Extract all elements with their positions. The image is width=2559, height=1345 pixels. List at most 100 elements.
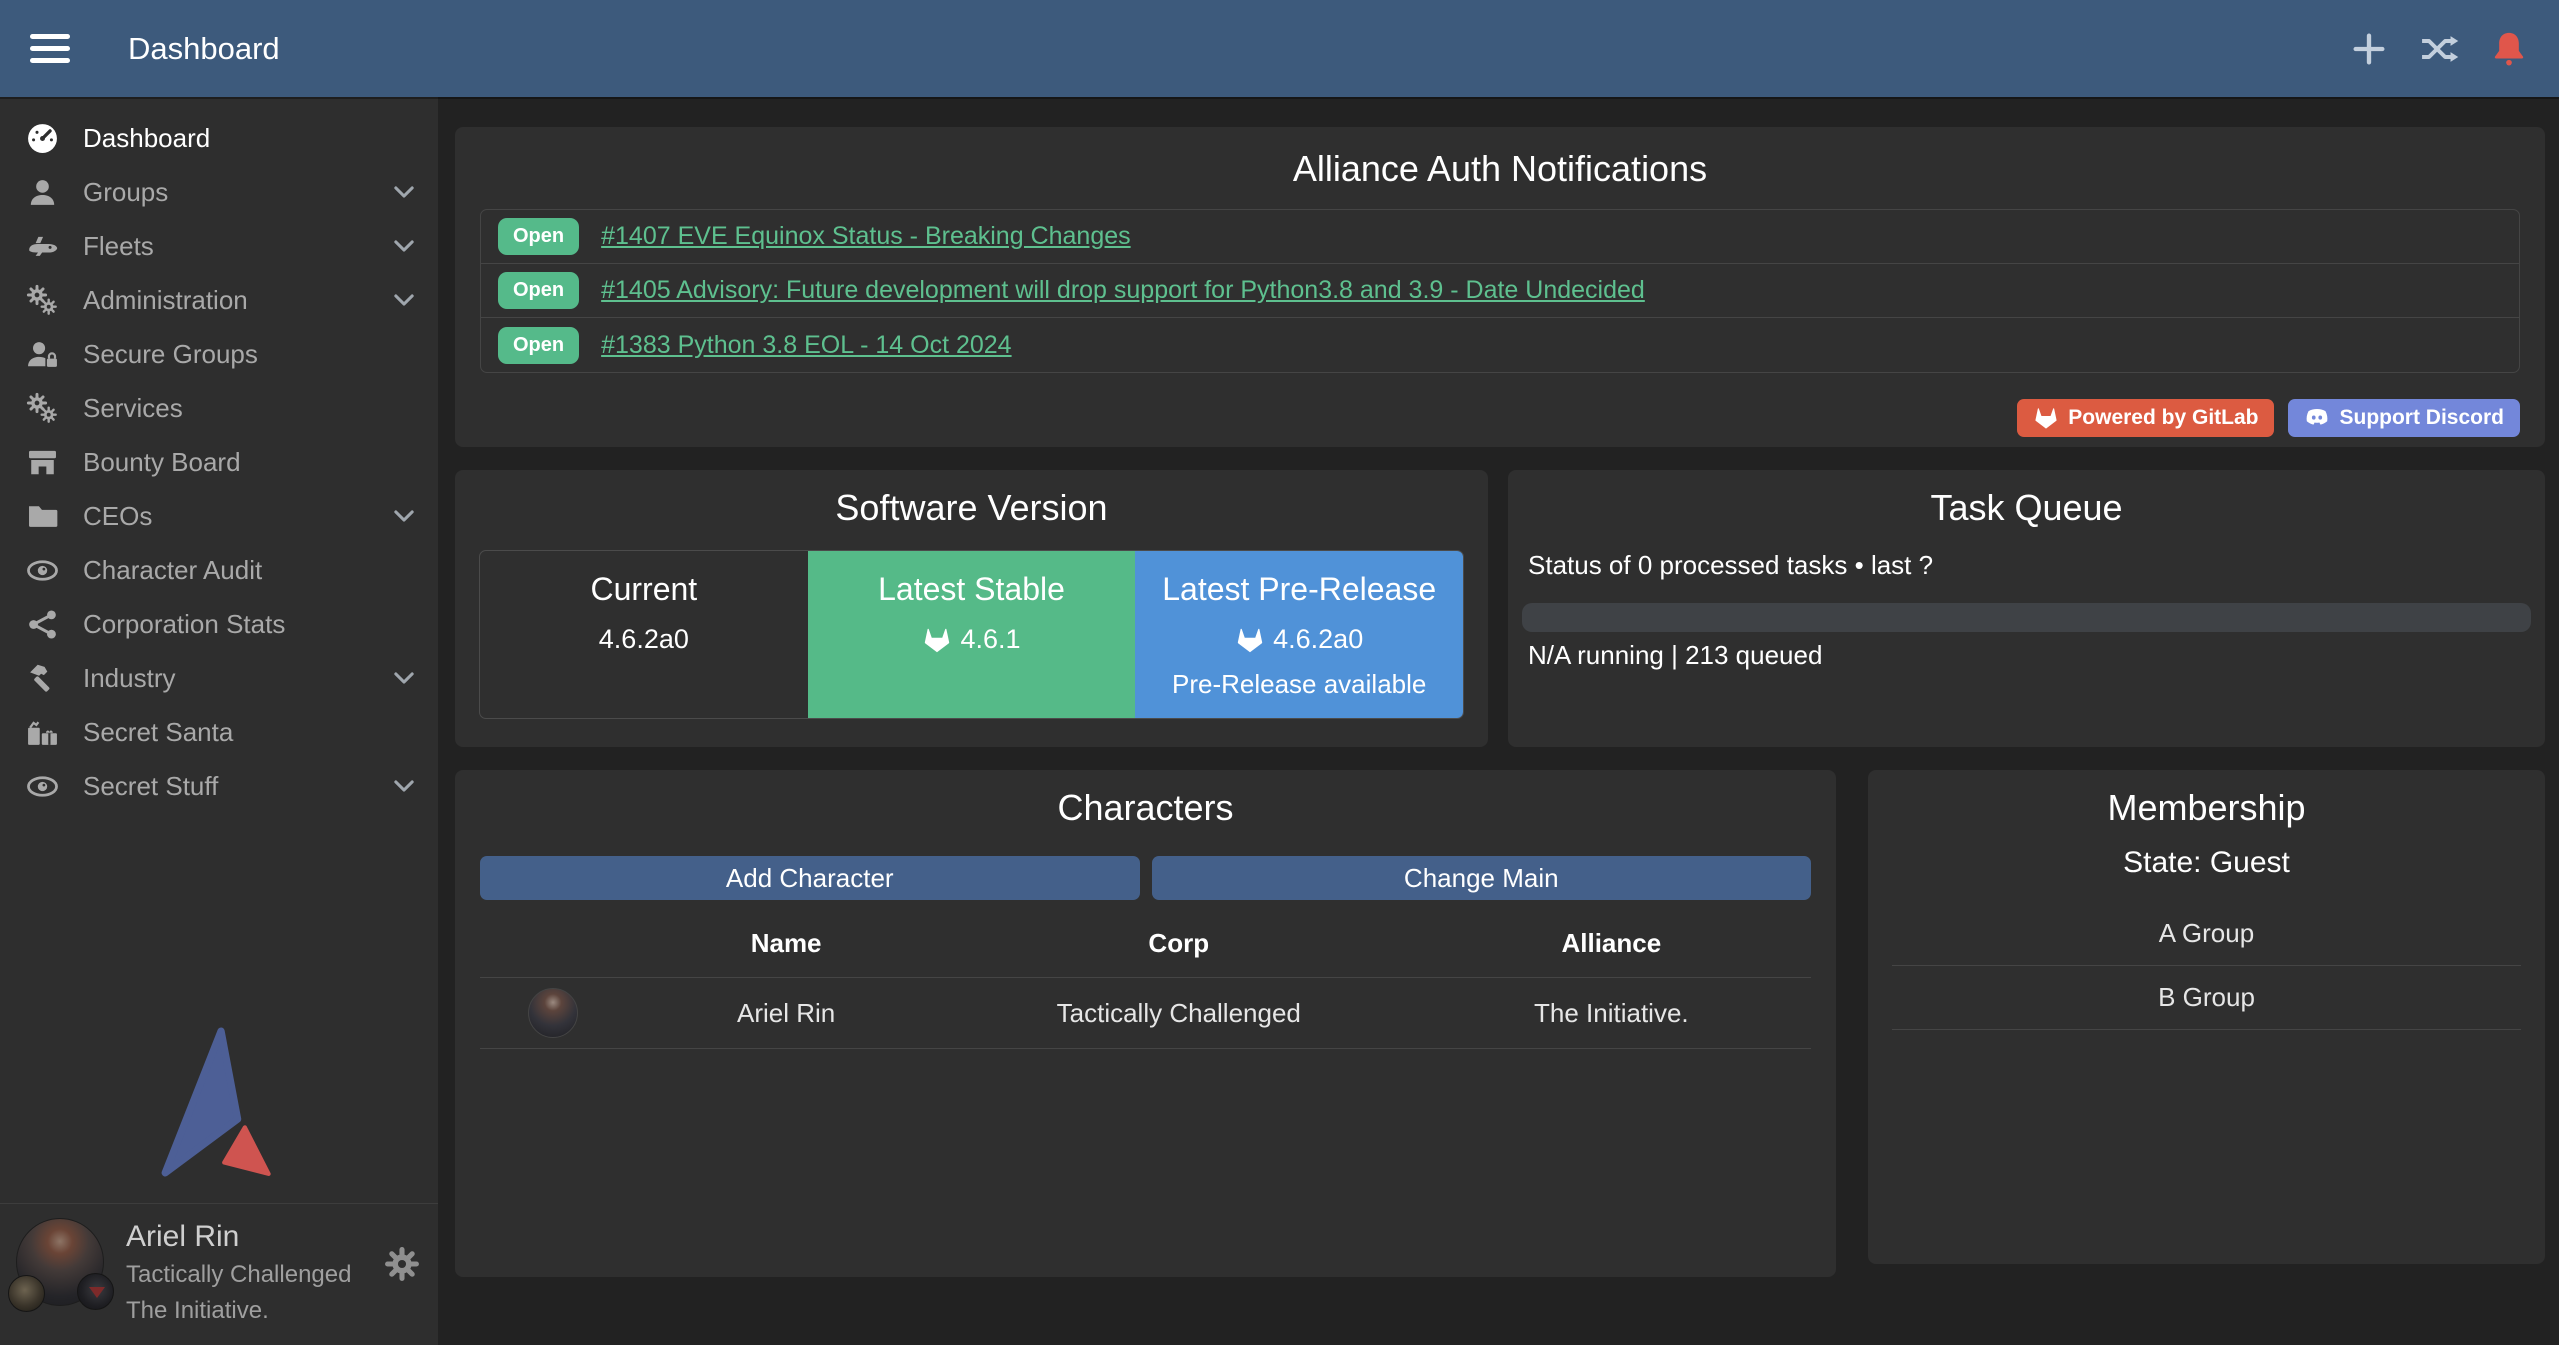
membership-groups-list: A Group B Group	[1892, 902, 2521, 1030]
plus-icon[interactable]	[2349, 29, 2389, 69]
navbar-title: Dashboard	[128, 31, 280, 67]
sidebar-item-label: Dashboard	[83, 123, 210, 154]
sidebar-item-label: Bounty Board	[83, 447, 241, 478]
chevron-down-icon	[390, 664, 418, 692]
version-value: 4.6.1	[960, 624, 1020, 655]
portrait-column-header	[480, 912, 626, 978]
sidebar-item-dashboard[interactable]: Dashboard	[0, 111, 438, 165]
chevron-down-icon	[390, 502, 418, 530]
user-icon	[26, 176, 59, 209]
sidebar-item-fleets[interactable]: Fleets	[0, 219, 438, 273]
gears-icon	[26, 392, 59, 425]
sidebar-item-secret-santa[interactable]: Secret Santa	[0, 705, 438, 759]
sidebar-item-industry[interactable]: Industry	[0, 651, 438, 705]
top-navbar: Dashboard	[0, 0, 2559, 97]
hammer-icon	[26, 662, 59, 695]
sidebar-item-secret-stuff[interactable]: Secret Stuff	[0, 759, 438, 813]
software-version-title: Software Version	[479, 486, 1464, 530]
character-name-cell: Ariel Rin	[626, 978, 945, 1049]
version-card-latest-stable: Latest Stable 4.6.1	[808, 551, 1136, 718]
notification-item: Open #1407 EVE Equinox Status - Breaking…	[481, 210, 2519, 264]
task-queue-title: Task Queue	[1522, 486, 2531, 530]
main-content: Alliance Auth Notifications Open #1407 E…	[438, 97, 2559, 1345]
task-queue-summary: N/A running | 213 queued	[1522, 640, 2531, 671]
notification-link[interactable]: #1405 Advisory: Future development will …	[601, 276, 1645, 305]
sidebar-item-label: Secure Groups	[83, 339, 258, 370]
sidebar-item-label: Administration	[83, 285, 248, 316]
sidebar-item-label: Groups	[83, 177, 168, 208]
sidebar-item-secure-groups[interactable]: Secure Groups	[0, 327, 438, 381]
sidebar-item-administration[interactable]: Administration	[0, 273, 438, 327]
chevron-down-icon	[390, 178, 418, 206]
gears-icon	[26, 284, 59, 317]
sidebar-item-label: Services	[83, 393, 183, 424]
membership-state: State: Guest	[1892, 846, 2521, 880]
discord-icon	[2304, 405, 2330, 431]
user-avatar[interactable]	[16, 1218, 104, 1306]
store-icon	[26, 446, 59, 479]
notification-item: Open #1405 Advisory: Future development …	[481, 264, 2519, 318]
gitlab-tanuki-icon	[1235, 625, 1265, 655]
user-corp: Tactically Challenged	[126, 1260, 351, 1290]
sidebar-item-character-audit[interactable]: Character Audit	[0, 543, 438, 597]
gifts-icon	[26, 716, 59, 749]
sidebar-item-label: Secret Stuff	[83, 771, 218, 802]
add-character-button[interactable]: Add Character	[480, 856, 1140, 900]
navbar-actions	[2349, 29, 2529, 69]
user-alliance: The Initiative.	[126, 1296, 351, 1326]
chevron-down-icon	[390, 286, 418, 314]
shuttle-icon	[26, 230, 59, 263]
alliance-logo-badge	[77, 1273, 114, 1310]
user-lock-icon	[26, 338, 59, 371]
name-column-header: Name	[626, 912, 945, 978]
eye-icon	[26, 770, 59, 803]
sidebar: Dashboard Groups Fleets Administration S…	[0, 97, 438, 1345]
version-value: 4.6.2a0	[1273, 624, 1363, 655]
characters-panel: Characters Add Character Change Main Nam…	[455, 770, 1836, 1277]
shuffle-icon[interactable]	[2419, 29, 2459, 69]
task-queue-progress-bar	[1522, 603, 2531, 632]
sidebar-item-services[interactable]: Services	[0, 381, 438, 435]
notification-link[interactable]: #1407 EVE Equinox Status - Breaking Chan…	[601, 222, 1131, 251]
notification-item: Open #1383 Python 3.8 EOL - 14 Oct 2024	[481, 318, 2519, 372]
characters-title: Characters	[480, 786, 1811, 830]
sidebar-item-groups[interactable]: Groups	[0, 165, 438, 219]
status-badge: Open	[498, 218, 579, 255]
share-icon	[26, 608, 59, 641]
notification-link[interactable]: #1383 Python 3.8 EOL - 14 Oct 2024	[601, 331, 1011, 360]
sidebar-item-label: Corporation Stats	[83, 609, 285, 640]
alliance-auth-logo	[161, 1027, 277, 1177]
membership-title: Membership	[1892, 786, 2521, 830]
version-card-current: Current 4.6.2a0	[480, 551, 808, 718]
discord-badge[interactable]: Support Discord	[2288, 399, 2520, 437]
sidebar-item-label: CEOs	[83, 501, 152, 532]
sidebar-item-bounty-board[interactable]: Bounty Board	[0, 435, 438, 489]
characters-table: Name Corp Alliance Ariel Rin Tactically …	[480, 912, 1811, 1049]
notifications-list: Open #1407 EVE Equinox Status - Breaking…	[480, 209, 2520, 373]
sidebar-item-corporation-stats[interactable]: Corporation Stats	[0, 597, 438, 651]
version-cards: Current 4.6.2a0 Latest Stable 4.6.1 Late…	[479, 550, 1464, 719]
hamburger-menu-icon[interactable]	[30, 27, 70, 70]
character-corp-cell: Tactically Challenged	[946, 978, 1412, 1049]
discord-badge-label: Support Discord	[2339, 406, 2504, 430]
character-portrait	[528, 988, 578, 1038]
notifications-panel: Alliance Auth Notifications Open #1407 E…	[455, 127, 2545, 447]
pre-release-note: Pre-Release available	[1135, 669, 1463, 700]
sidebar-item-label: Industry	[83, 663, 176, 694]
gitlab-tanuki-icon	[2033, 405, 2059, 431]
change-main-button[interactable]: Change Main	[1152, 856, 1812, 900]
corp-column-header: Corp	[946, 912, 1412, 978]
version-card-header: Latest Pre-Release	[1135, 571, 1463, 608]
software-version-panel: Software Version Current 4.6.2a0 Latest …	[455, 470, 1488, 747]
membership-panel: Membership State: Guest A Group B Group	[1868, 770, 2545, 1264]
gitlab-badge[interactable]: Powered by GitLab	[2017, 399, 2274, 437]
gitlab-badge-label: Powered by GitLab	[2068, 406, 2258, 430]
bell-icon[interactable]	[2489, 29, 2529, 69]
sidebar-item-ceos[interactable]: CEOs	[0, 489, 438, 543]
sidebar-item-label: Secret Santa	[83, 717, 233, 748]
list-item: B Group	[1892, 966, 2521, 1030]
settings-gear-icon[interactable]	[384, 1246, 420, 1282]
user-panel: Ariel Rin Tactically Challenged The Init…	[0, 1203, 438, 1345]
character-alliance-cell: The Initiative.	[1412, 978, 1811, 1049]
alliance-column-header: Alliance	[1412, 912, 1811, 978]
